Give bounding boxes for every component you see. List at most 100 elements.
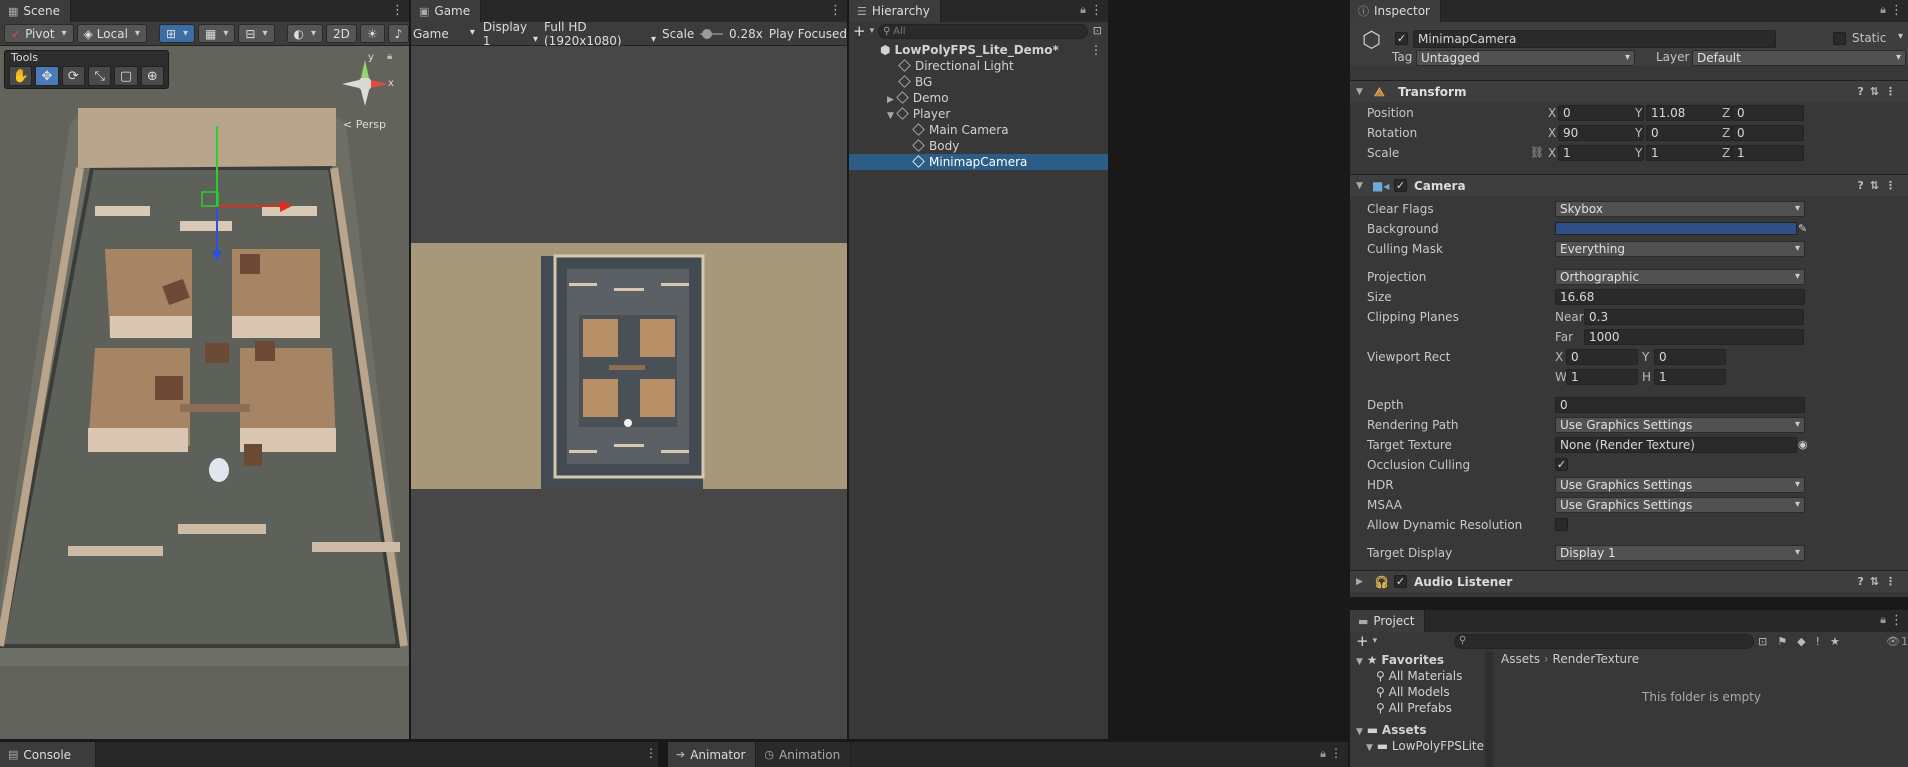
transform-header[interactable]: ▼ ⟁ Transform ?⇅⋮ — [1350, 80, 1908, 102]
rendering-path-dropdown[interactable]: Use Graphics Settings — [1555, 417, 1805, 433]
scale-slider[interactable] — [700, 28, 724, 40]
camera-header[interactable]: ▼ ■◂ ✓ Camera ?⇅⋮ — [1350, 174, 1908, 196]
grid-snap-button[interactable]: ⊞ — [158, 24, 196, 43]
lock-icon[interactable]: 🔒︎ — [1320, 747, 1326, 761]
hierarchy-item-player[interactable]: ▼ Player — [849, 106, 1108, 122]
rotation-y-field[interactable]: 0 — [1646, 125, 1732, 141]
lock-icon[interactable]: 🔒︎ — [1880, 3, 1886, 17]
tag-dropdown[interactable]: Untagged — [1416, 50, 1635, 66]
size-field[interactable]: 16.68 — [1555, 289, 1805, 305]
lighting-toggle-button[interactable]: ☀ — [359, 24, 385, 43]
rotation-z-field[interactable]: 0 — [1732, 125, 1804, 141]
audio-listener-checkbox[interactable]: ✓ — [1394, 575, 1407, 588]
viewport-y-field[interactable]: 0 — [1654, 349, 1726, 365]
toggle-2d-button[interactable]: 2D — [326, 24, 357, 43]
viewport-w-field[interactable]: 1 — [1566, 369, 1638, 385]
scene-menu-icon[interactable]: ⋮ — [1090, 42, 1102, 58]
depth-field[interactable]: 0 — [1555, 397, 1805, 413]
far-field[interactable]: 1000 — [1584, 329, 1804, 345]
static-dropdown-icon[interactable]: ▾ — [1898, 31, 1903, 42]
audio-toggle-button[interactable]: ♪ — [387, 24, 409, 43]
dynamic-resolution-checkbox[interactable] — [1555, 518, 1568, 531]
tab-animator[interactable]: ➔ Animator — [668, 742, 757, 767]
foldout-arrow-icon[interactable]: ▼ — [1356, 727, 1363, 737]
scene-viewport[interactable]: Tools ✋ ✥ ⟳ ⤡ ▢ ⊕ y x 🔒︎ < Persp — [0, 46, 409, 739]
foldout-arrow-icon[interactable]: ▼ — [1356, 81, 1363, 103]
favorite-item[interactable]: ⚲ All Prefabs — [1376, 700, 1452, 716]
breadcrumb-leaf[interactable]: RenderTexture — [1553, 652, 1640, 666]
audio-listener-header[interactable]: ▶ 🎧︎ ✓ Audio Listener ?⇅⋮ — [1350, 570, 1908, 592]
projection-dropdown[interactable]: Orthographic — [1555, 269, 1805, 285]
animator-menu-icon[interactable]: ⋮ — [1330, 746, 1342, 760]
game-menu-icon[interactable]: ⋮ — [829, 3, 842, 18]
orientation-gizmo[interactable]: y x — [336, 52, 394, 112]
game-mode-dropdown[interactable]: Game ▾ — [413, 27, 477, 41]
hierarchy-item-minimap-camera[interactable]: MinimapCamera — [849, 154, 1108, 170]
project-tree-scrollbar[interactable] — [1485, 652, 1493, 767]
target-texture-field[interactable]: None (Render Texture) — [1555, 437, 1797, 453]
static-checkbox[interactable] — [1833, 32, 1846, 45]
scale-y-field[interactable]: 1 — [1646, 145, 1732, 161]
add-icon[interactable]: + — [1356, 632, 1369, 650]
layer-dropdown[interactable]: Default — [1692, 50, 1906, 66]
background-color-swatch[interactable] — [1555, 222, 1797, 235]
hand-tool-button[interactable]: ✋ — [9, 66, 33, 86]
position-z-field[interactable]: 0 — [1732, 105, 1804, 121]
hierarchy-search-input[interactable]: ⚲ All — [878, 23, 1088, 39]
tab-game[interactable]: ▣ Game — [411, 0, 482, 22]
rotation-x-field[interactable]: 90 — [1558, 125, 1644, 141]
component-header-icons[interactable]: ?⇅⋮ — [1857, 571, 1902, 593]
target-display-dropdown[interactable]: Display 1 — [1555, 545, 1805, 561]
rotate-tool-button[interactable]: ⟳ — [61, 66, 85, 86]
assets-row[interactable]: ▼ ▬ Assets — [1356, 722, 1427, 738]
scene-root-row[interactable]: ⬢ LowPolyFPS_Lite_Demo* ⋮ — [849, 42, 1108, 58]
collapse-arrow-icon[interactable]: ▼ — [887, 111, 894, 121]
favorite-item[interactable]: ⚲ All Models — [1376, 684, 1450, 700]
eyedropper-icon[interactable]: ✎ — [1798, 220, 1807, 238]
component-header-icons[interactable]: ?⇅⋮ — [1857, 175, 1902, 197]
game-viewport[interactable] — [411, 46, 847, 739]
culling-mask-dropdown[interactable]: Everything — [1555, 241, 1805, 257]
favorites-row[interactable]: ▼ ★ Favorites — [1356, 652, 1444, 668]
display-dropdown[interactable]: Display 1 ▾ — [483, 20, 538, 48]
visibility-icon[interactable]: 👁︎ — [1886, 635, 1900, 648]
local-dropdown[interactable]: ◈ Local — [76, 24, 147, 43]
search-filter-icon[interactable]: ⊡ — [1093, 24, 1102, 37]
hierarchy-menu-icon[interactable]: ⋮ — [1090, 3, 1103, 18]
grid-toggle-button[interactable]: ▦ — [198, 24, 236, 43]
scale-slider-knob[interactable] — [702, 28, 713, 39]
hdr-dropdown[interactable]: Use Graphics Settings — [1555, 477, 1805, 493]
shading-mode-button[interactable]: ◐ — [286, 24, 324, 43]
favorite-item[interactable]: ⚲ All Materials — [1376, 668, 1462, 684]
snap-increment-button[interactable]: ⊟ — [238, 24, 275, 43]
hierarchy-item-bg[interactable]: BG — [849, 74, 1108, 90]
tab-animation[interactable]: ◷ Animation — [756, 742, 852, 767]
msaa-dropdown[interactable]: Use Graphics Settings — [1555, 497, 1805, 513]
hierarchy-item-demo[interactable]: ▶ Demo — [849, 90, 1108, 106]
pivot-dropdown[interactable]: ✓ Pivot — [4, 24, 74, 43]
occlusion-checkbox[interactable]: ✓ — [1555, 458, 1568, 471]
scale-z-field[interactable]: 1 — [1732, 145, 1804, 161]
object-name-field[interactable]: MinimapCamera — [1413, 30, 1776, 48]
lock-icon[interactable]: 🔒︎ — [1080, 3, 1086, 17]
project-menu-icon[interactable]: ⋮ — [1890, 613, 1903, 628]
expand-arrow-icon[interactable]: ▶ — [887, 95, 894, 105]
tab-inspector[interactable]: ⓘ Inspector — [1350, 0, 1441, 22]
scale-x-field[interactable]: 1 — [1558, 145, 1644, 161]
foldout-arrow-icon[interactable]: ▶ — [1356, 571, 1363, 593]
tab-scene[interactable]: ▦ Scene — [0, 0, 71, 22]
position-y-field[interactable]: 11.08 — [1646, 105, 1732, 121]
console-menu-icon[interactable]: ⋮ — [645, 746, 657, 760]
viewport-x-field[interactable]: 0 — [1566, 349, 1638, 365]
project-toolbar-icons[interactable]: ⊡⚑◆!★ — [1758, 635, 1850, 648]
object-picker-icon[interactable]: ◉ — [1798, 436, 1808, 454]
viewport-h-field[interactable]: 1 — [1654, 369, 1726, 385]
inspector-menu-icon[interactable]: ⋮ — [1890, 3, 1903, 18]
hierarchy-item-directional-light[interactable]: Directional Light — [849, 58, 1108, 74]
hierarchy-item-main-camera[interactable]: Main Camera — [849, 122, 1108, 138]
tab-console[interactable]: ▤ Console — [0, 742, 96, 767]
play-focused-dropdown[interactable]: Play Focused — [769, 27, 847, 41]
component-header-icons[interactable]: ?⇅⋮ — [1857, 81, 1902, 103]
breadcrumb-assets[interactable]: Assets — [1501, 652, 1540, 666]
scene-menu-icon[interactable]: ⋮ — [391, 3, 404, 18]
